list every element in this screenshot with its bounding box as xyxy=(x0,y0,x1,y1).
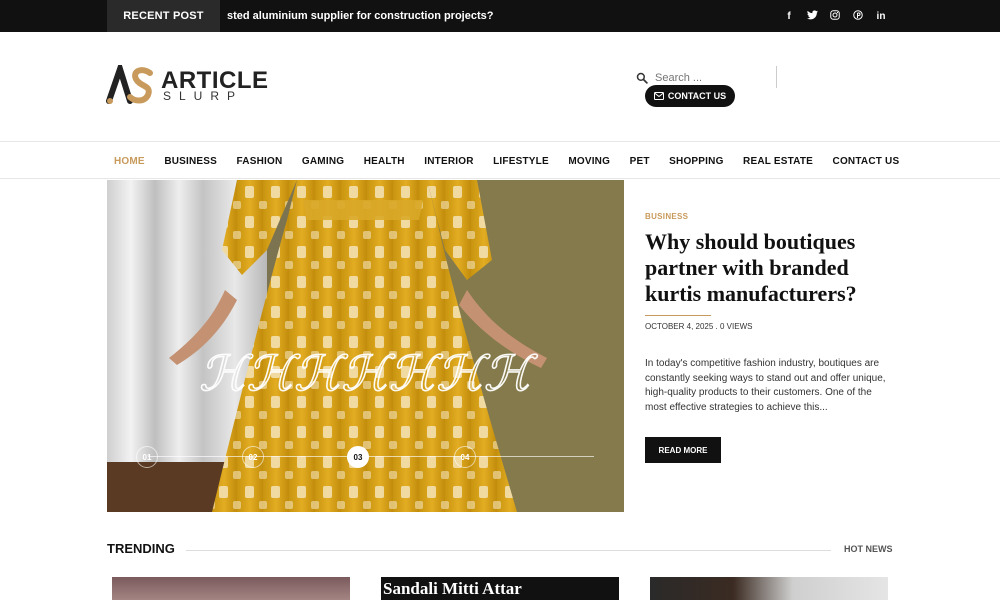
nav-item-gaming[interactable]: GAMING xyxy=(302,156,344,167)
title-underline xyxy=(645,315,711,316)
logo-subtitle: SLURP xyxy=(163,89,244,103)
nav-item-pet[interactable]: PET xyxy=(630,156,650,167)
article-meta: OCTOBER 4, 2025 . 0 VIEWS xyxy=(645,322,753,331)
main-navigation: HOME BUSINESS FASHION GAMING HEALTH INTE… xyxy=(0,143,1000,179)
hot-news-link[interactable]: HOT NEWS xyxy=(844,544,893,554)
article-category[interactable]: BUSINESS xyxy=(645,212,688,221)
slide-dot-02[interactable]: 02 xyxy=(242,446,264,468)
slide-dot-01[interactable]: 01 xyxy=(136,446,158,468)
slider-progress-line xyxy=(148,456,594,457)
nav-item-business[interactable]: BUSINESS xyxy=(164,156,217,167)
site-logo[interactable]: ARTICLE SLURP xyxy=(106,65,268,107)
trending-card-image-2[interactable]: Sandali Mitti Attar xyxy=(381,577,619,600)
nav-item-lifestyle[interactable]: LIFESTYLE xyxy=(493,156,549,167)
nav-item-fashion[interactable]: FASHION xyxy=(237,156,283,167)
linkedin-icon[interactable]: in xyxy=(876,11,886,22)
nav-item-shopping[interactable]: SHOPPING xyxy=(669,156,723,167)
article-title[interactable]: Why should boutiques partner with brande… xyxy=(645,229,895,307)
facebook-icon[interactable]: f xyxy=(784,11,794,22)
nav-item-health[interactable]: HEALTH xyxy=(364,156,405,167)
trending-card-2-text: Sandali Mitti Attar xyxy=(383,579,522,598)
social-links: f in xyxy=(784,0,886,32)
search-input[interactable] xyxy=(655,72,755,84)
trending-heading: TRENDING xyxy=(107,541,175,556)
read-more-button[interactable]: READ MORE xyxy=(645,437,721,463)
contact-us-button[interactable]: CONTACT US xyxy=(645,85,735,107)
nav-item-real-estate[interactable]: REAL ESTATE xyxy=(743,156,813,167)
instagram-icon[interactable] xyxy=(830,9,840,23)
recent-post-ticker[interactable]: sted aluminium supplier for construction… xyxy=(227,0,493,32)
site-header: ARTICLE SLURP CONTACT US xyxy=(0,32,1000,142)
top-bar: RECENT POST sted aluminium supplier for … xyxy=(0,0,1000,32)
trending-card-image-1[interactable] xyxy=(112,577,350,600)
logo-mark-icon xyxy=(106,65,153,104)
mail-icon xyxy=(653,92,664,100)
slide-dot-03[interactable]: 03 xyxy=(347,446,369,468)
header-divider xyxy=(776,66,777,88)
pinterest-icon[interactable] xyxy=(853,9,863,23)
nav-item-moving[interactable]: MOVING xyxy=(568,156,610,167)
nav-item-interior[interactable]: INTERIOR xyxy=(424,156,473,167)
svg-text:ℋℋℋℋℋℋℋ: ℋℋℋℋℋℋℋ xyxy=(199,346,538,402)
nav-item-contact-us[interactable]: CONTACT US xyxy=(833,156,900,167)
nav-item-home[interactable]: HOME xyxy=(114,156,145,167)
twitter-icon[interactable] xyxy=(807,9,818,23)
trending-card-image-3[interactable] xyxy=(650,577,888,600)
recent-post-label: RECENT POST xyxy=(107,0,220,32)
contact-us-label: CONTACT US xyxy=(667,91,727,101)
search-icon[interactable] xyxy=(636,72,648,84)
trending-divider xyxy=(186,550,831,551)
slide-dot-04[interactable]: 04 xyxy=(454,446,476,468)
article-excerpt: In today's competitive fashion industry,… xyxy=(645,358,886,413)
